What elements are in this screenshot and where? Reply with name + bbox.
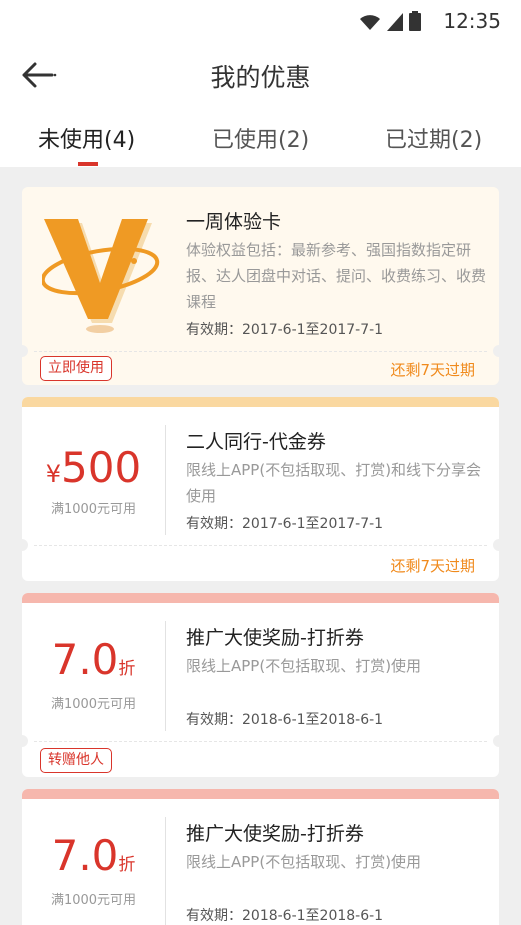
coupon-card-discount[interactable]: 7.0折 满1000元可用 推广大使奖励-打折券 限线上APP(不包括取现、打赏… (22, 789, 499, 925)
ticket-separator (34, 741, 487, 742)
coupon-top-bar (22, 789, 499, 799)
v-membership-logo-icon (42, 219, 160, 333)
coupon-top-bar (22, 397, 499, 407)
coupon-description: 限线上APP(不包括取现、打赏)使用 (186, 657, 422, 675)
coupon-divider (165, 817, 166, 925)
wifi-icon (360, 15, 380, 30)
battery-icon (409, 11, 421, 31)
ticket-notch-right (493, 345, 499, 357)
coupon-description: 限线上APP(不包括取现、打赏)使用 (186, 853, 422, 871)
use-now-button[interactable]: 立即使用 (40, 356, 112, 381)
coupon-amount: ¥500 (22, 443, 165, 492)
status-icons (359, 11, 421, 31)
coupon-condition: 满1000元可用 (50, 697, 137, 712)
coupon-card-discount[interactable]: 7.0折 满1000元可用 推广大使奖励-打折券 限线上APP(不包括取现、打赏… (22, 593, 499, 777)
coupon-title: 推广大使奖励-打折券 (186, 627, 364, 649)
coupon-top-bar (22, 593, 499, 603)
signal-icon (387, 13, 403, 31)
ticket-notch-left (22, 539, 28, 551)
expire-note: 还剩7天过期 (390, 361, 475, 379)
coupon-discount: 7.0折 (22, 635, 165, 684)
ticket-separator (34, 545, 487, 546)
coupon-amount-value: 7.0 (51, 831, 119, 880)
ticket-separator (34, 351, 487, 352)
coupon-validity: 有效期：2017-6-1至2017-7-1 (186, 516, 384, 532)
active-tab-indicator (78, 162, 98, 166)
coupon-condition: 满1000元可用 (50, 502, 137, 517)
coupon-description: 体验权益包括：最新参考、强国指数指定研报、达人团盘中对话、提问、收费练习、收费课… (186, 241, 487, 311)
transfer-to-others-button[interactable]: 转赠他人 (40, 748, 112, 773)
tab-expired[interactable]: 已过期(2) (385, 122, 482, 154)
coupon-validity: 有效期：2018-6-1至2018-6-1 (186, 712, 384, 728)
coupon-divider (165, 621, 166, 731)
coupon-amount-value: 500 (61, 443, 142, 492)
coupon-description: 限线上APP(不包括取现、打赏)和线下分享会使用 (186, 461, 482, 505)
ticket-notch-left (22, 735, 28, 747)
coupon-condition: 满1000元可用 (50, 893, 137, 908)
expire-note: 还剩7天过期 (390, 557, 475, 575)
status-bar: 12:35 (0, 0, 521, 40)
coupon-validity: 有效期：2018-6-1至2018-6-1 (186, 908, 384, 924)
tab-used[interactable]: 已使用(2) (212, 122, 309, 154)
discount-unit: 折 (118, 855, 136, 875)
header: 我的优惠 (0, 40, 521, 110)
currency-symbol: ¥ (45, 460, 62, 488)
coupon-validity: 有效期：2017-6-1至2017-7-1 (186, 322, 384, 338)
coupon-title: 一周体验卡 (186, 211, 282, 233)
coupon-discount: 7.0折 (22, 831, 165, 880)
coupon-card-cash-voucher[interactable]: ¥500 满1000元可用 二人同行-代金券 限线上APP(不包括取现、打赏)和… (22, 397, 499, 581)
ticket-notch-right (493, 539, 499, 551)
coupon-divider (165, 425, 166, 535)
page-title: 我的优惠 (210, 63, 311, 92)
tab-bar: 未使用(4) 已使用(2) 已过期(2) (0, 110, 521, 167)
tab-unused[interactable]: 未使用(4) (38, 122, 135, 154)
ticket-notch-right (493, 735, 499, 747)
coupon-title: 推广大使奖励-打折券 (186, 823, 364, 845)
status-time: 12:35 (443, 9, 501, 33)
ticket-notch-left (22, 345, 28, 357)
coupon-title: 二人同行-代金券 (186, 431, 326, 453)
coupon-amount-value: 7.0 (51, 635, 119, 684)
coupon-card-trial[interactable]: 一周体验卡 体验权益包括：最新参考、强国指数指定研报、达人团盘中对话、提问、收费… (22, 187, 499, 385)
discount-unit: 折 (118, 659, 136, 679)
